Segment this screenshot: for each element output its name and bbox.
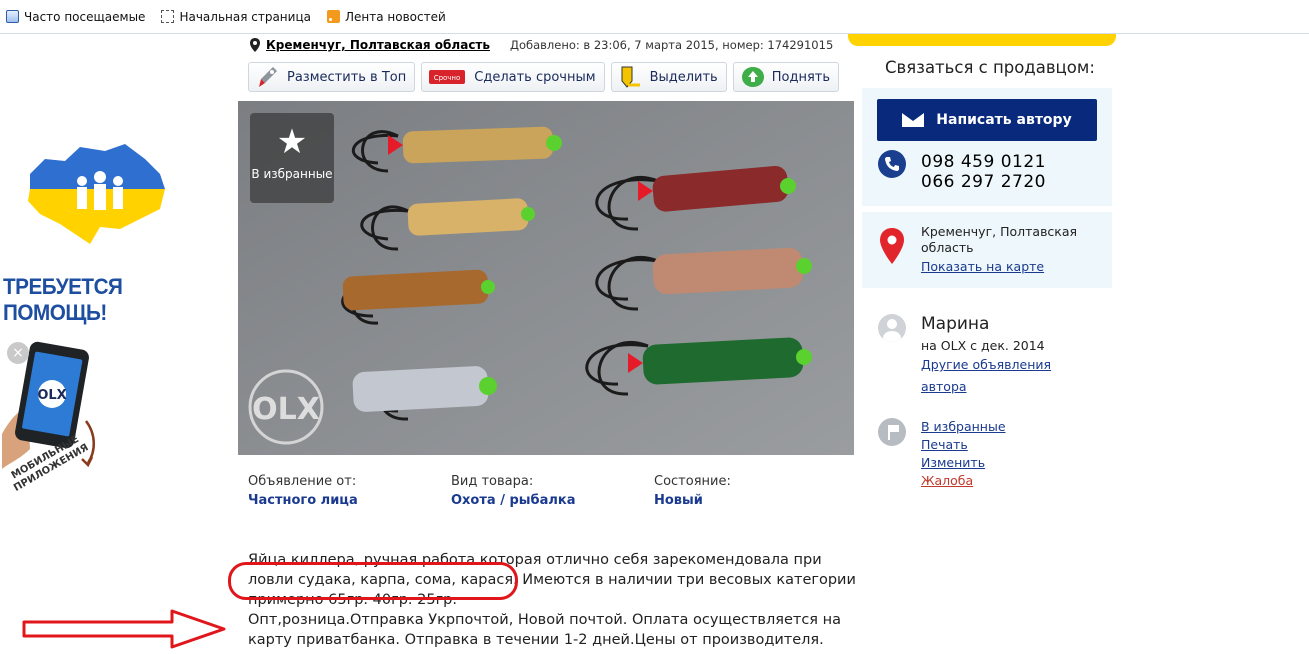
add-favorite-button[interactable]: ★ В избранные: [250, 113, 334, 203]
favorite-label: В избранные: [251, 167, 333, 181]
description-line: Опт,розница.Отправка Укрпочтой, Новой по…: [248, 612, 841, 628]
product-photo[interactable]: OLX ★ В избранные: [238, 101, 854, 455]
visited-icon: [6, 10, 19, 23]
annotation-arrow-icon: [22, 609, 226, 649]
seller-since: на OLX с дек. 2014: [921, 338, 1045, 353]
make-urgent-button[interactable]: Срочно Сделать срочным: [421, 62, 605, 92]
lift-up-button[interactable]: Поднять: [732, 62, 840, 92]
param-condition-value[interactable]: Новый: [654, 493, 857, 508]
location-line: Кременчуг, Полтавская область Добавлено:…: [250, 34, 833, 56]
added-info: Добавлено: в 23:06, 7 марта 2015, номер:…: [509, 38, 834, 52]
param-category: Вид товара: Охота / рыбалка: [451, 474, 654, 508]
highlighter-icon: [621, 66, 640, 88]
location-pin-icon: [250, 38, 260, 52]
seller-location: Кременчуг, Полтавская область: [921, 224, 1078, 255]
bookmark-label: Лента новостей: [344, 9, 446, 24]
write-author-button[interactable]: Написать автору: [877, 99, 1097, 141]
show-on-map-link[interactable]: Показать на карте: [921, 259, 1044, 274]
olx-logo-text: OLX: [37, 388, 66, 403]
report-link[interactable]: Жалоба: [921, 473, 973, 488]
help-banner-text[interactable]: ТРЕБУЕТСЯ ПОМОЩЬ!: [3, 274, 224, 326]
ukraine-map-icon[interactable]: [20, 129, 170, 259]
flag-icon: [878, 418, 906, 446]
svg-text:Срочно: Срочно: [434, 74, 461, 82]
annotation-oval: [228, 562, 518, 600]
map-pin-icon: [880, 228, 904, 264]
other-ads-link[interactable]: Другие объявления: [921, 357, 1051, 372]
bookmark-home-page[interactable]: Начальная страница: [161, 10, 311, 24]
location-link[interactable]: Кременчуг, Полтавская область: [266, 38, 490, 52]
listing-params: Объявление от: Частного лица Вид товара:…: [248, 474, 857, 508]
yellow-accent-strip: [848, 34, 1116, 46]
description-line: карту приватбанка. Отправка в течении 1-…: [248, 632, 824, 648]
user-avatar-icon: [878, 314, 906, 342]
rss-icon: [326, 10, 340, 23]
rocket-icon: [259, 67, 277, 87]
bookmark-most-visited[interactable]: Часто посещаемые: [6, 10, 145, 24]
param-seller-type: Объявление от: Частного лица: [248, 474, 451, 508]
print-link[interactable]: Печать: [921, 437, 968, 452]
phone-icon: [878, 150, 906, 178]
seller-sidebar: Связаться с продавцом: Написать автору 0…: [848, 34, 1118, 654]
add-to-favorites-link[interactable]: В избранные: [921, 419, 1006, 434]
phone-number[interactable]: 098 459 0121: [921, 152, 1046, 172]
listing-actions: Разместить в Топ Срочно Сделать срочным …: [248, 62, 840, 92]
other-ads-link-author[interactable]: автора: [921, 379, 967, 394]
bookmark-label: Начальная страница: [179, 9, 311, 24]
param-category-value[interactable]: Охота / рыбалка: [451, 493, 654, 508]
bookmarks-bar: Часто посещаемые Начальная страница Лент…: [0, 0, 1309, 34]
highlight-button[interactable]: Выделить: [610, 62, 727, 92]
contact-title: Связаться с продавцом:: [885, 58, 1095, 77]
lift-up-icon: [741, 67, 764, 87]
phone-numbers: 098 459 0121 066 297 2720: [921, 152, 1046, 192]
envelope-icon: [902, 113, 925, 127]
close-banner-button[interactable]: ×: [7, 342, 29, 364]
star-icon: ★: [276, 122, 308, 162]
urgent-tag-icon: Срочно: [429, 70, 466, 84]
edit-link[interactable]: Изменить: [921, 455, 985, 470]
promote-top-button[interactable]: Разместить в Топ: [248, 62, 416, 92]
bookmark-label: Часто посещаемые: [24, 9, 146, 24]
left-banners: ТРЕБУЕТСЯ ПОМОЩЬ! OLX × МОБИЛЬНЫЕ ПРИЛОЖ…: [0, 34, 238, 654]
phone-number[interactable]: 066 297 2720: [921, 172, 1046, 192]
home-page-icon: [161, 10, 175, 23]
listing-main: Кременчуг, Полтавская область Добавлено:…: [238, 34, 857, 654]
param-condition: Состояние: Новый: [654, 474, 857, 508]
bookmark-news-feed[interactable]: Лента новостей: [326, 9, 446, 24]
param-seller-type-value[interactable]: Частного лица: [248, 493, 451, 508]
seller-name: Марина: [921, 314, 990, 334]
olx-watermark: OLX: [252, 392, 320, 427]
